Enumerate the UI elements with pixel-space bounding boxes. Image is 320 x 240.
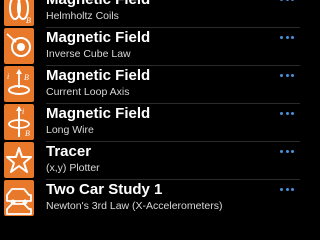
current-loop-icon: i B [4, 66, 34, 102]
list-item[interactable]: Tracer (x,y) Plotter [0, 142, 300, 178]
long-wire-icon: i B [4, 104, 34, 140]
item-title: Magnetic Field [46, 29, 151, 46]
item-title: Magnetic Field [46, 0, 150, 9]
helmholtz-coils-icon: B [4, 0, 34, 26]
item-title: Tracer [46, 143, 92, 160]
svg-text:B: B [24, 73, 29, 82]
list-item[interactable]: i B Magnetic Field Long Wire [0, 104, 300, 140]
inverse-cube-law-icon [4, 28, 34, 64]
experiment-list: B Magnetic Field Helmholtz Coils Magneti… [0, 0, 300, 220]
item-title: Two Car Study 1 [46, 181, 163, 198]
list-item[interactable]: i B Magnetic Field Current Loop Axis [0, 66, 300, 102]
more-icon[interactable] [280, 110, 294, 116]
svg-text:B: B [25, 129, 30, 138]
more-icon[interactable] [280, 72, 294, 78]
more-icon[interactable] [280, 0, 294, 2]
more-icon[interactable] [280, 148, 294, 154]
more-icon[interactable] [280, 34, 294, 40]
more-icon[interactable] [280, 186, 294, 192]
car-icon [4, 180, 34, 216]
list-item[interactable]: Magnetic Field Inverse Cube Law [0, 28, 300, 64]
item-title: Magnetic Field [46, 105, 151, 122]
svg-text:i: i [7, 72, 9, 81]
svg-text:B: B [26, 16, 31, 25]
item-subtitle: Long Wire [46, 124, 94, 136]
item-title: Magnetic Field [46, 67, 151, 84]
item-subtitle: (x,y) Plotter [46, 162, 100, 174]
list-item[interactable]: B Magnetic Field Helmholtz Coils [0, 0, 300, 26]
item-subtitle: Current Loop Axis [46, 86, 130, 98]
item-subtitle: Inverse Cube Law [46, 48, 131, 60]
item-subtitle: Helmholtz Coils [46, 10, 119, 22]
item-subtitle: Newton's 3rd Law (X-Accelerometers) [46, 200, 223, 212]
star-icon [4, 142, 34, 178]
svg-text:i: i [22, 107, 24, 116]
list-item[interactable]: Two Car Study 1 Newton's 3rd Law (X-Acce… [0, 180, 300, 216]
